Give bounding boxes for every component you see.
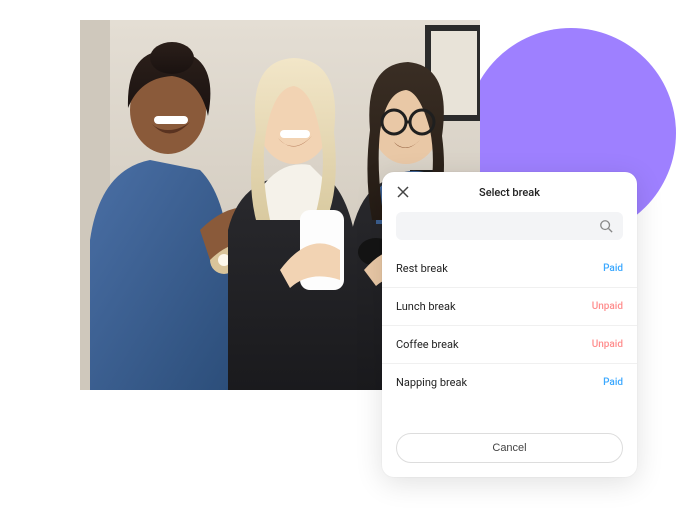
- panel-header: Select break: [382, 172, 637, 212]
- select-break-panel: Select break Rest break Paid Lunch break…: [382, 172, 637, 477]
- search-icon: [599, 218, 615, 234]
- search-box: [396, 212, 623, 240]
- close-icon[interactable]: [394, 183, 412, 201]
- search-input[interactable]: [396, 212, 623, 240]
- break-name: Lunch break: [396, 300, 456, 313]
- list-item[interactable]: Coffee break Unpaid: [382, 326, 637, 364]
- break-name: Rest break: [396, 262, 448, 275]
- break-name: Napping break: [396, 376, 467, 389]
- break-status: Paid: [603, 377, 623, 388]
- break-name: Coffee break: [396, 338, 459, 351]
- break-status: Unpaid: [592, 301, 623, 312]
- list-item[interactable]: Napping break Paid: [382, 364, 637, 401]
- panel-title: Select break: [479, 186, 540, 199]
- break-list: Rest break Paid Lunch break Unpaid Coffe…: [382, 250, 637, 423]
- list-item[interactable]: Lunch break Unpaid: [382, 288, 637, 326]
- list-item[interactable]: Rest break Paid: [382, 250, 637, 288]
- break-status: Paid: [603, 263, 623, 274]
- cancel-button[interactable]: Cancel: [396, 433, 623, 463]
- break-status: Unpaid: [592, 339, 623, 350]
